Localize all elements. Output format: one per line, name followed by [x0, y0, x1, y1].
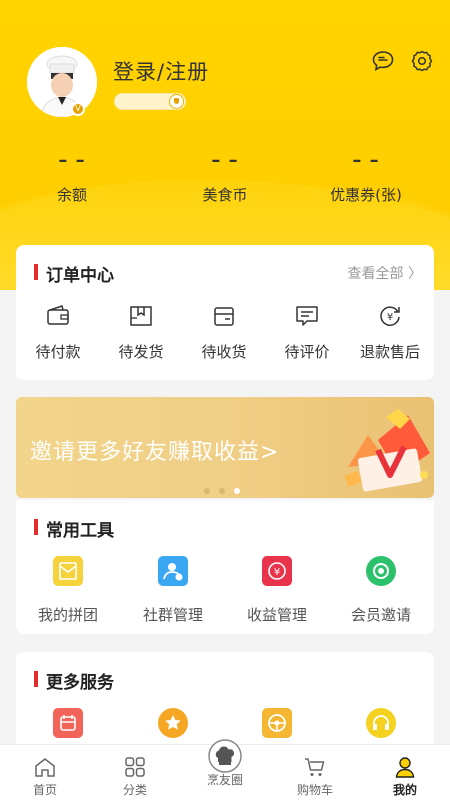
tab-cook-circle[interactable]: 烹友圈 [180, 739, 270, 800]
coupon-label: 优惠券(张) [330, 186, 402, 204]
order-pending-shipment[interactable]: 待发货 [101, 303, 181, 362]
order-pending-payment[interactable]: 待付款 [18, 303, 98, 362]
banner-pagination[interactable] [204, 479, 249, 498]
message-icon[interactable] [371, 49, 395, 73]
tab-profile[interactable]: 我的 [360, 745, 450, 800]
order-pending-review[interactable]: 待评价 [267, 303, 347, 362]
vip-badge: V [71, 102, 85, 116]
order-center-title: 订单中心 [34, 261, 114, 286]
cart-icon [303, 755, 327, 779]
tool-label: 社群管理 [142, 606, 203, 624]
steering-icon [262, 708, 292, 738]
tool-label: 会员邀请 [350, 606, 411, 624]
tool-label: 收益管理 [246, 606, 307, 624]
coupon-stat[interactable]: – – 优惠券(张) [311, 150, 421, 205]
service-favorites[interactable] [121, 708, 225, 738]
invite-banner[interactable]: 邀请更多好友赚取收益> [16, 397, 434, 498]
chef-hat-icon [208, 739, 242, 773]
svg-text:¥: ¥ [274, 567, 280, 578]
tool-earnings-manage[interactable]: ¥ 收益管理 [225, 556, 329, 625]
order-refund-aftersale[interactable]: ¥ 退款售后 [350, 303, 430, 362]
comment-icon [294, 303, 320, 329]
tab-label: 首页 [32, 783, 57, 797]
star-icon [158, 708, 188, 738]
profile-icon [393, 755, 417, 779]
balance-value: – – [58, 150, 86, 171]
service-calendar[interactable] [16, 708, 120, 738]
receive-box-icon [211, 303, 237, 329]
food-coin-stat[interactable]: – – 美食币 [170, 150, 280, 205]
coupon-value: – – [352, 150, 380, 171]
wallet-icon [45, 303, 71, 329]
invite-icon [366, 556, 396, 586]
tool-label: 我的拼团 [37, 606, 98, 624]
tab-label: 烹友圈 [206, 773, 243, 787]
svg-text:¥: ¥ [387, 312, 393, 323]
home-icon [33, 755, 57, 779]
order-pending-receipt[interactable]: 待收货 [184, 303, 264, 362]
category-icon [123, 755, 147, 779]
common-tools-title: 常用工具 [34, 516, 114, 541]
order-status-label: 退款售后 [359, 343, 420, 361]
common-tools-card: 常用工具 我的拼团 社群管理 ¥ 收益管理 会员邀请 [16, 500, 434, 634]
balance-stat[interactable]: – – 余额 [17, 150, 127, 205]
tool-member-invite[interactable]: 会员邀请 [329, 556, 433, 625]
order-status-label: 待收货 [201, 343, 247, 361]
bottom-tab-bar: 首页 分类 烹友圈 购物车 我的 [0, 739, 450, 800]
calendar-icon [53, 708, 83, 738]
pagination-dot[interactable] [204, 488, 210, 494]
order-status-label: 待付款 [35, 343, 81, 361]
pagination-dot[interactable] [219, 488, 225, 494]
tab-label: 我的 [392, 783, 417, 797]
service-support[interactable] [329, 708, 433, 738]
login-register-link[interactable]: 登录/注册 [113, 56, 209, 86]
tab-cart[interactable]: 购物车 [270, 745, 360, 800]
tab-category[interactable]: 分类 [90, 745, 180, 800]
see-all-orders-link[interactable]: 查看全部 〉 [348, 263, 422, 283]
settings-icon[interactable] [410, 49, 434, 73]
order-center-card: 订单中心 查看全部 〉 待付款 待发货 待收货 待评价 ¥ 退款售后 [16, 245, 434, 380]
banner-text: 邀请更多好友赚取收益> [30, 440, 280, 465]
tab-label: 分类 [122, 783, 147, 797]
avatar[interactable] [27, 47, 97, 117]
group-buy-icon [53, 556, 83, 586]
gift-box-icon [344, 409, 430, 492]
tool-my-group-buy[interactable]: 我的拼团 [16, 556, 120, 625]
headset-icon [366, 708, 396, 738]
package-icon [128, 303, 154, 329]
food-coin-label: 美食币 [202, 186, 248, 204]
more-services-title: 更多服务 [34, 668, 114, 693]
pagination-dot-active[interactable] [234, 488, 240, 494]
food-coin-value: – – [211, 150, 239, 171]
balance-label: 余额 [56, 186, 87, 204]
order-status-label: 待评价 [284, 343, 330, 361]
tool-community-manage[interactable]: 社群管理 [121, 556, 225, 625]
refund-icon: ¥ [377, 303, 403, 329]
earnings-icon: ¥ [262, 556, 292, 586]
tab-label: 购物车 [296, 783, 333, 797]
member-level-pill[interactable] [114, 93, 186, 110]
medal-icon [169, 94, 184, 109]
tab-home[interactable]: 首页 [0, 745, 90, 800]
service-drive[interactable] [225, 708, 329, 738]
community-icon [158, 556, 188, 586]
order-status-label: 待发货 [118, 343, 164, 361]
